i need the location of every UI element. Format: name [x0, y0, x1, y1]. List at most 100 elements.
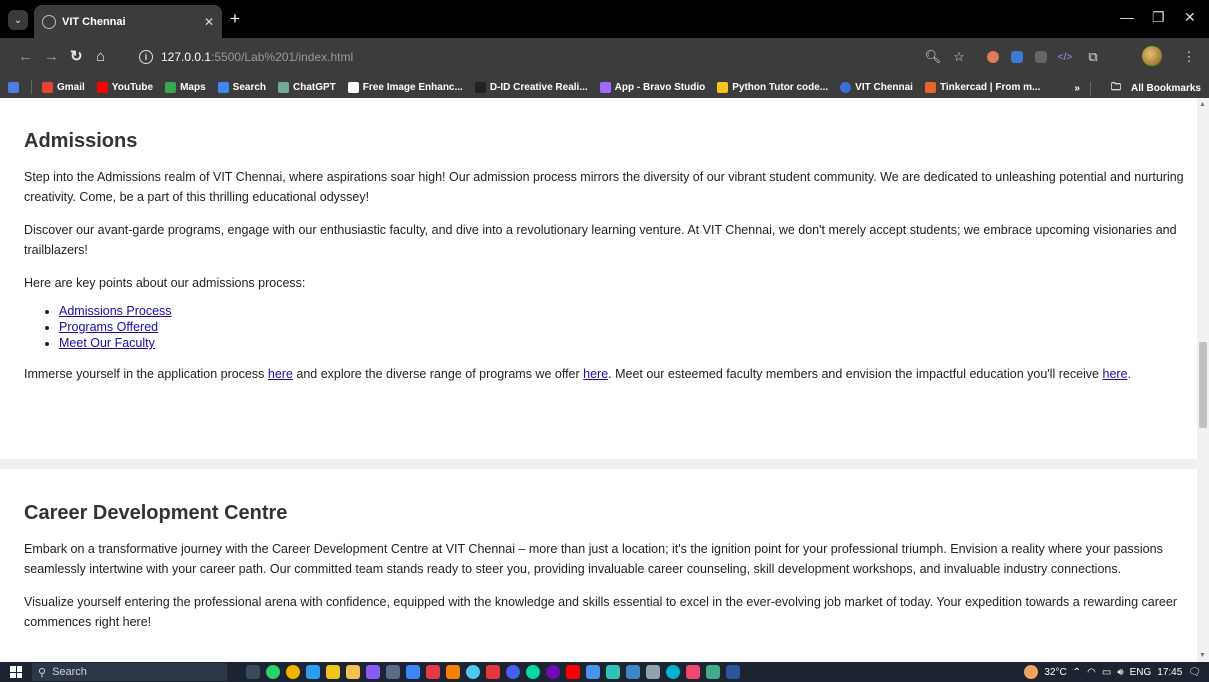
app-icon[interactable] — [646, 665, 660, 679]
bookmark-item[interactable]: Gmail — [42, 81, 85, 93]
admissions-apply-paragraph: Immerse yourself in the application proc… — [24, 367, 1132, 381]
url-path: :5500/Lab%201/index.html — [211, 50, 354, 64]
bookmark-item[interactable]: ChatGPT — [278, 81, 336, 93]
admissions-intro-paragraph: Step into the Admissions realm of VIT Ch… — [24, 170, 1184, 204]
tab-search-dropdown-icon[interactable]: ⌄ — [8, 10, 28, 30]
app-icon[interactable] — [666, 665, 680, 679]
language-label[interactable]: ENG — [1130, 667, 1152, 678]
extension-icon[interactable] — [1008, 48, 1026, 66]
bookmark-item[interactable]: Tinkercad | From m... — [924, 81, 1040, 93]
app-icon[interactable] — [426, 665, 440, 679]
bookmark-item[interactable]: Free Image Enhanc... — [347, 81, 463, 93]
battery-icon[interactable]: ▭ — [1102, 667, 1111, 678]
menu-kebab-icon[interactable]: ⋮ — [1180, 48, 1198, 66]
windows-start-icon[interactable] — [10, 666, 22, 678]
meet-faculty-link[interactable]: Meet Our Faculty — [59, 336, 155, 350]
admissions-links-list: Admissions Process Programs Offered Meet… — [59, 303, 1190, 351]
task-view-icon[interactable] — [246, 665, 260, 679]
forward-icon[interactable]: → — [44, 48, 59, 66]
reload-icon[interactable]: ↻ — [70, 48, 83, 66]
globe-icon — [42, 14, 56, 29]
bookmark-item[interactable]: Maps — [165, 81, 206, 93]
extension-icon[interactable] — [984, 48, 1002, 66]
section-divider — [0, 459, 1197, 469]
app-icon[interactable] — [546, 665, 560, 679]
app-icon[interactable] — [506, 665, 520, 679]
bookmark-separator — [1089, 81, 1091, 96]
app-icon[interactable] — [586, 665, 600, 679]
app-icon[interactable] — [526, 665, 540, 679]
app-icon[interactable] — [406, 665, 420, 679]
profile-avatar[interactable] — [1142, 46, 1162, 66]
address-bar[interactable]: i 127.0.0.1:5500/Lab%201/index.html — [131, 43, 991, 71]
restore-icon[interactable]: ❐ — [1152, 9, 1165, 26]
all-bookmarks-button[interactable]: All Bookmarks — [1131, 83, 1201, 94]
extensions-puzzle-icon[interactable]: ⧉ — [1084, 48, 1102, 66]
chevron-double-right-icon[interactable]: » — [1074, 83, 1080, 94]
file-explorer-icon[interactable] — [346, 665, 360, 679]
admissions-programs-paragraph: Discover our avant-garde programs, engag… — [24, 223, 1177, 257]
career-vision-paragraph: Visualize yourself entering the professi… — [24, 595, 1177, 629]
career-intro-paragraph: Embark on a transformative journey with … — [24, 542, 1163, 576]
app-icon[interactable] — [606, 665, 620, 679]
application-here-link[interactable]: here — [268, 367, 293, 381]
admissions-process-link[interactable]: Admissions Process — [59, 304, 172, 318]
bookmarks-bar: Gmail YouTube Maps Search ChatGPT Free I… — [0, 76, 1209, 98]
weather-icon[interactable] — [1024, 665, 1039, 679]
volume-icon[interactable]: 🔊︎ — [1117, 667, 1123, 678]
browser-tab[interactable]: VIT Chennai ✕ — [34, 5, 222, 38]
app-icon[interactable] — [686, 665, 700, 679]
close-window-icon[interactable]: ✕ — [1184, 9, 1196, 26]
taskbar-search[interactable]: ⚲ Search — [32, 663, 227, 681]
bookmark-item[interactable]: Python Tutor code... — [717, 81, 828, 93]
app-icon[interactable] — [326, 665, 340, 679]
app-icon[interactable] — [386, 665, 400, 679]
bookmark-item[interactable]: App - Bravo Studio — [599, 81, 705, 93]
scroll-thumb[interactable] — [1199, 342, 1207, 428]
bookmark-item[interactable]: VIT Chennai — [840, 81, 913, 93]
app-icon[interactable] — [486, 665, 500, 679]
list-item: Programs Offered — [59, 319, 1190, 335]
system-tray: 32°C ⌃ ◠ ▭ 🔊︎ ENG 17:45 🗨︎ — [1024, 665, 1201, 679]
chevron-up-icon[interactable]: ⌃ — [1073, 667, 1081, 678]
list-item: Admissions Process — [59, 303, 1190, 319]
whatsapp-icon[interactable] — [266, 665, 280, 679]
tab-title: VIT Chennai — [62, 15, 126, 28]
new-tab-button[interactable]: + — [230, 9, 240, 29]
back-icon[interactable]: ← — [18, 48, 33, 66]
notifications-icon[interactable]: 🗨︎ — [1188, 667, 1201, 678]
url-host: 127.0.0.1 — [161, 50, 212, 64]
folder-icon: 🗀︎ — [1110, 82, 1121, 93]
app-icon[interactable] — [706, 665, 720, 679]
vertical-scrollbar[interactable]: ▲ ▼ — [1197, 98, 1209, 662]
bookmark-star-icon[interactable]: ☆ — [950, 48, 968, 66]
extension-icon[interactable] — [1032, 48, 1050, 66]
vscode-icon[interactable] — [306, 665, 320, 679]
wifi-icon[interactable]: ◠ — [1087, 667, 1096, 678]
app-icon[interactable] — [366, 665, 380, 679]
code-extension-icon[interactable]: </> — [1056, 48, 1074, 66]
close-tab-icon[interactable]: ✕ — [204, 15, 214, 29]
app-icon[interactable] — [446, 665, 460, 679]
bookmark-item[interactable]: D-ID Creative Reali... — [474, 81, 588, 93]
programs-offered-link[interactable]: Programs Offered — [59, 320, 158, 334]
word-icon[interactable] — [726, 665, 740, 679]
bookmark-item[interactable]: Search — [217, 81, 266, 93]
clock-label[interactable]: 17:45 — [1157, 667, 1182, 678]
app-icon[interactable] — [466, 665, 480, 679]
home-icon[interactable]: ⌂ — [96, 48, 105, 66]
scroll-up-icon[interactable]: ▲ — [1199, 101, 1206, 108]
faculty-here-link[interactable]: here — [1103, 367, 1128, 381]
admissions-keypoints-paragraph: Here are key points about our admissions… — [24, 276, 306, 290]
minimize-icon[interactable]: — — [1120, 9, 1134, 25]
site-info-icon[interactable]: i — [139, 50, 153, 64]
scroll-down-icon[interactable]: ▼ — [1199, 652, 1206, 659]
temperature-label: 32°C — [1044, 666, 1067, 678]
programs-here-link[interactable]: here — [583, 367, 608, 381]
apps-icon[interactable] — [8, 81, 19, 93]
zoom-icon[interactable]: 🔍︎ — [924, 48, 942, 66]
youtube-icon[interactable] — [566, 665, 580, 679]
chrome-icon[interactable] — [286, 665, 300, 679]
app-icon[interactable] — [626, 665, 640, 679]
bookmark-item[interactable]: YouTube — [96, 81, 153, 93]
